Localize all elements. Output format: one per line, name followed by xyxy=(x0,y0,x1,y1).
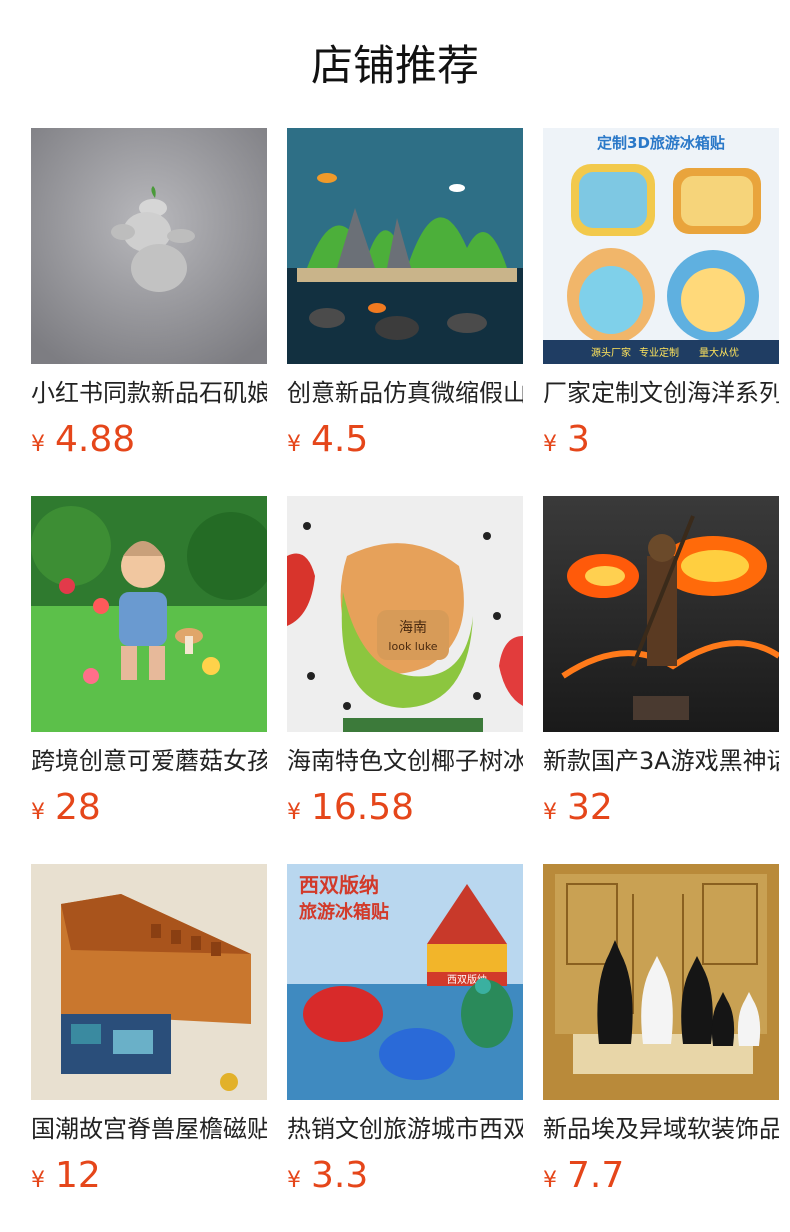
price-value: 4.88 xyxy=(55,419,136,460)
product-name[interactable]: 小红书同款新品石矶娘娘 xyxy=(31,376,267,410)
image-caption: 海南 xyxy=(399,620,427,636)
product-card[interactable]: 跨境创意可爱蘑菇女孩摆件 ¥28 xyxy=(31,496,267,830)
product-image[interactable] xyxy=(543,496,779,732)
product-image[interactable] xyxy=(31,128,267,364)
product-price: ¥32 xyxy=(543,786,779,830)
image-caption: 专业定制 xyxy=(639,346,679,359)
currency-symbol: ¥ xyxy=(287,432,301,457)
image-caption: 西双版纳 xyxy=(299,873,379,897)
image-caption: 定制3D旅游冰箱贴 xyxy=(597,134,725,152)
product-price: ¥4.5 xyxy=(287,418,523,462)
currency-symbol: ¥ xyxy=(31,800,45,825)
product-image[interactable]: 海南 look luke xyxy=(287,496,523,732)
product-card[interactable]: 新品埃及异域软装饰品摆件 ¥7.7 xyxy=(543,864,779,1198)
price-value: 7.7 xyxy=(567,1155,625,1196)
price-value: 12 xyxy=(55,1155,101,1196)
product-card[interactable]: 国潮故宫脊兽屋檐磁贴 ¥12 xyxy=(31,864,267,1198)
image-caption: 源头厂家 xyxy=(591,346,631,359)
product-name[interactable]: 创意新品仿真微缩假山造景 xyxy=(287,376,523,410)
product-name[interactable]: 热销文创旅游城市西双版纳冰箱贴 xyxy=(287,1112,523,1146)
price-value: 3.3 xyxy=(311,1155,369,1196)
product-image[interactable] xyxy=(31,864,267,1100)
product-price: ¥4.88 xyxy=(31,418,267,462)
product-price: ¥3.3 xyxy=(287,1154,523,1198)
currency-symbol: ¥ xyxy=(31,1168,45,1193)
product-image[interactable] xyxy=(543,864,779,1100)
price-value: 28 xyxy=(55,787,101,828)
product-price: ¥3 xyxy=(543,418,779,462)
product-price: ¥16.58 xyxy=(287,786,523,830)
currency-symbol: ¥ xyxy=(287,1168,301,1193)
product-image[interactable]: 定制3D旅游冰箱贴 源头厂家 专业定制 量大从优 xyxy=(543,128,779,364)
product-name[interactable]: 国潮故宫脊兽屋檐磁贴 xyxy=(31,1112,267,1146)
product-price: ¥12 xyxy=(31,1154,267,1198)
product-card[interactable]: 西双版纳 旅游冰箱贴 西双版纳 热销文创旅游城市西双版纳冰箱贴 ¥3.3 xyxy=(287,864,523,1198)
product-name[interactable]: 跨境创意可爱蘑菇女孩摆件 xyxy=(31,744,267,778)
image-caption: 旅游冰箱贴 xyxy=(299,901,389,923)
product-name[interactable]: 新品埃及异域软装饰品摆件 xyxy=(543,1112,779,1146)
product-image[interactable] xyxy=(287,128,523,364)
product-card[interactable]: 定制3D旅游冰箱贴 源头厂家 专业定制 量大从优 厂家定制文创海洋系列冰箱贴 ¥… xyxy=(543,128,779,462)
price-value: 3 xyxy=(567,419,590,460)
section-title: 店铺推荐 xyxy=(310,41,479,90)
image-caption: look luke xyxy=(388,640,437,653)
product-price: ¥28 xyxy=(31,786,267,830)
price-value: 32 xyxy=(567,787,613,828)
product-name[interactable]: 厂家定制文创海洋系列冰箱贴 xyxy=(543,376,779,410)
product-name[interactable]: 新款国产3A游戏黑神话摆件 xyxy=(543,744,779,778)
product-card[interactable]: 小红书同款新品石矶娘娘 ¥4.88 xyxy=(31,128,267,462)
price-value: 4.5 xyxy=(311,419,369,460)
currency-symbol: ¥ xyxy=(543,800,557,825)
product-card[interactable]: 创意新品仿真微缩假山造景 ¥4.5 xyxy=(287,128,523,462)
product-card[interactable]: 海南 look luke 海南特色文创椰子树冰箱贴 ¥16.58 xyxy=(287,496,523,830)
product-name[interactable]: 海南特色文创椰子树冰箱贴 xyxy=(287,744,523,778)
currency-symbol: ¥ xyxy=(543,1168,557,1193)
product-card[interactable]: 新款国产3A游戏黑神话摆件 ¥32 xyxy=(543,496,779,830)
currency-symbol: ¥ xyxy=(543,432,557,457)
currency-symbol: ¥ xyxy=(31,432,45,457)
product-image[interactable] xyxy=(31,496,267,732)
image-caption: 量大从优 xyxy=(699,346,739,359)
price-value: 16.58 xyxy=(311,787,415,828)
product-image[interactable]: 西双版纳 旅游冰箱贴 西双版纳 xyxy=(287,864,523,1100)
currency-symbol: ¥ xyxy=(287,800,301,825)
product-price: ¥7.7 xyxy=(543,1154,779,1198)
